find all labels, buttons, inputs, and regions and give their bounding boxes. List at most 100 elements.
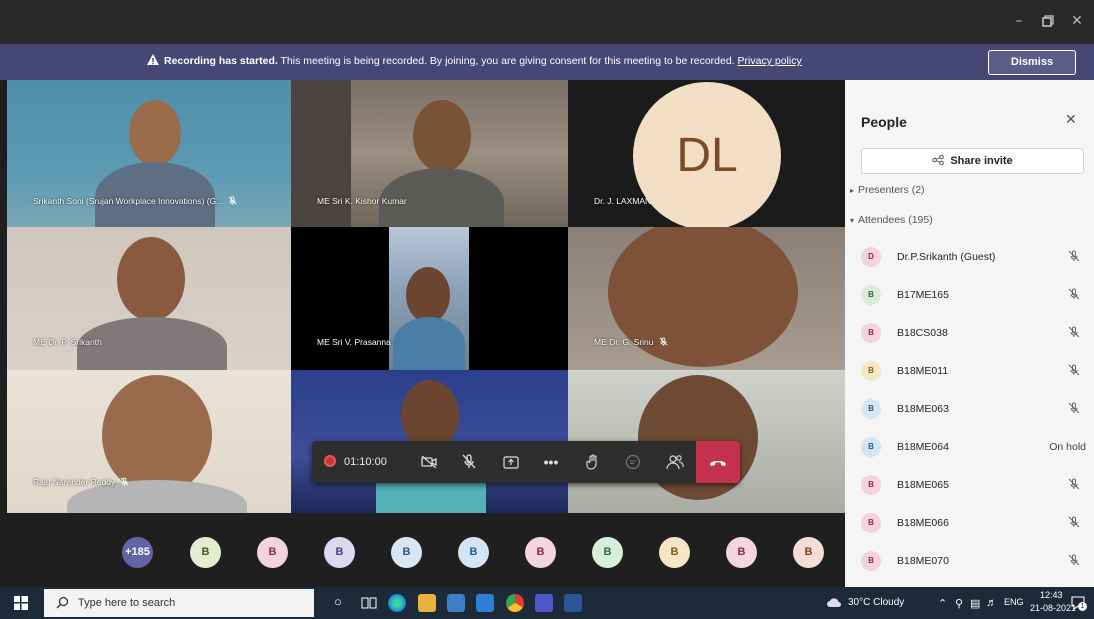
mic-off-icon — [1068, 250, 1080, 262]
tile-name: ME Sri V. Prasanna — [317, 337, 391, 347]
recording-message: Recording has started. This meeting is b… — [164, 55, 802, 67]
mic-off-icon — [120, 477, 129, 486]
attendee-row[interactable]: D Dr.P.Srikanth (Guest) — [845, 238, 1094, 276]
mic-off-icon — [659, 337, 667, 346]
mic-off-icon — [1068, 554, 1080, 566]
meeting-controls: 01:10:00 ••• — [312, 441, 740, 483]
attendee-row[interactable]: B B18CS038 — [845, 314, 1094, 352]
participant-body — [393, 317, 465, 370]
attendee-name: Dr.P.Srikanth (Guest) — [897, 251, 996, 263]
participant-face — [117, 237, 185, 321]
camera-off-icon[interactable] — [410, 441, 448, 483]
video-tile[interactable]: ME Dr. P. Srikanth — [7, 227, 291, 370]
participant-chip[interactable]: B — [324, 537, 355, 568]
search-placeholder: Type here to search — [78, 597, 176, 609]
participant-chip[interactable]: B — [525, 537, 556, 568]
weather-text[interactable]: 30°C Cloudy — [848, 597, 904, 608]
attendee-row[interactable]: B B18ME064 On hold — [845, 428, 1094, 466]
participant-chip[interactable]: B — [458, 537, 489, 568]
mic-off-icon — [1068, 364, 1080, 376]
language-indicator[interactable]: ENG — [1004, 597, 1024, 607]
attendee-row[interactable]: B B18ME063 — [845, 390, 1094, 428]
task-view-icon[interactable] — [360, 594, 378, 612]
volume-icon[interactable]: ♬ — [986, 597, 997, 609]
attendee-row[interactable]: B B18ME066 — [845, 504, 1094, 542]
close-panel-icon[interactable]: ✕ — [1065, 112, 1077, 128]
mic-off-icon — [228, 196, 237, 205]
video-tile[interactable]: Raju Narender Reddy — [7, 370, 291, 513]
participant-avatar: DL — [633, 82, 781, 230]
video-tile[interactable]: Srikanth Soni (Srujan Workplace Innovati… — [7, 80, 291, 227]
participant-chip[interactable]: B — [726, 537, 757, 568]
avatar: B — [861, 551, 881, 571]
cortana-icon[interactable]: ○ — [334, 594, 342, 609]
participant-chip[interactable]: B — [592, 537, 623, 568]
word-icon[interactable] — [564, 594, 582, 612]
video-tile[interactable]: ME Sri K. Kishor Kumar — [291, 80, 568, 227]
title-bar: – ✕ — [0, 0, 1094, 44]
attendee-row[interactable]: B B17ME165 — [845, 276, 1094, 314]
mail-icon[interactable] — [476, 594, 494, 612]
avatar: B — [861, 475, 881, 495]
recording-banner: Recording has started. This meeting is b… — [0, 44, 1094, 80]
minimize-icon[interactable]: – — [1008, 10, 1030, 32]
participant-chip[interactable]: B — [257, 537, 288, 568]
teams-icon[interactable] — [535, 594, 553, 612]
avatar: B — [861, 437, 881, 457]
participant-chip[interactable]: B — [659, 537, 690, 568]
attendees-group[interactable]: ▾ Attendees (195) — [850, 214, 933, 226]
on-hold-status: On hold — [1049, 441, 1086, 453]
chat-icon[interactable] — [614, 441, 652, 483]
mic-off-icon[interactable] — [450, 441, 488, 483]
notification-icon[interactable]: 1 — [1070, 595, 1087, 611]
dismiss-button[interactable]: Dismiss — [988, 50, 1076, 75]
avatar: B — [861, 361, 881, 381]
attendee-name: B18ME064 — [897, 441, 949, 453]
privacy-policy-link[interactable]: Privacy policy — [738, 55, 802, 67]
clock-time[interactable]: 12:43 — [1040, 590, 1063, 600]
participant-chip[interactable]: B — [793, 537, 824, 568]
close-icon[interactable]: ✕ — [1066, 10, 1088, 32]
store-icon[interactable] — [447, 594, 465, 612]
mic-off-icon — [1068, 402, 1080, 414]
share-screen-icon[interactable] — [492, 441, 530, 483]
overflow-count[interactable]: +185 — [122, 537, 153, 568]
raise-hand-icon[interactable] — [574, 441, 612, 483]
avatar: D — [861, 247, 881, 267]
participant-face — [406, 267, 450, 323]
usb-icon[interactable]: ⚲ — [955, 597, 963, 610]
panel-title: People — [861, 114, 907, 130]
show-hidden-icons-icon[interactable]: ⌃ — [938, 597, 947, 610]
meeting-timer: 01:10:00 — [324, 441, 387, 483]
chrome-icon[interactable] — [506, 594, 524, 612]
video-tile[interactable]: ME Dr. G. Srinu — [568, 227, 845, 370]
leave-button[interactable] — [696, 441, 740, 483]
participant-chip[interactable]: B — [190, 537, 221, 568]
participant-chip[interactable]: B — [391, 537, 422, 568]
attendee-row[interactable]: B B18ME070 — [845, 542, 1094, 580]
search-icon — [56, 596, 69, 609]
chevron-down-icon: ▾ — [850, 216, 855, 225]
network-icon[interactable]: ▤ — [970, 597, 980, 610]
presenters-group[interactable]: ▸ Presenters (2) — [850, 184, 925, 196]
attendee-name: B17ME165 — [897, 289, 949, 301]
more-options-icon[interactable]: ••• — [532, 441, 570, 483]
video-tile[interactable]: ME Sri V. Prasanna — [291, 227, 568, 370]
taskbar: Type here to search ○ 30°C Cloudy ⌃ ⚲ ▤ … — [0, 587, 1094, 619]
participants-icon[interactable] — [656, 441, 694, 483]
attendee-row[interactable]: B B18ME011 — [845, 352, 1094, 390]
mic-off-icon — [1068, 288, 1080, 300]
attendee-name: B18ME066 — [897, 517, 949, 529]
windows-start-icon[interactable] — [14, 596, 28, 610]
chevron-right-icon: ▸ — [850, 186, 855, 195]
taskbar-search[interactable]: Type here to search — [44, 589, 314, 617]
avatar: B — [861, 285, 881, 305]
participant-face — [401, 380, 459, 450]
share-invite-button[interactable]: Share invite — [861, 148, 1084, 174]
attendee-row[interactable]: B B18ME065 — [845, 466, 1094, 504]
edge-icon[interactable] — [388, 594, 406, 612]
restore-icon[interactable] — [1037, 10, 1059, 32]
tile-name: ME Dr. P. Srikanth — [33, 337, 102, 347]
avatar: B — [861, 399, 881, 419]
file-explorer-icon[interactable] — [418, 594, 436, 612]
